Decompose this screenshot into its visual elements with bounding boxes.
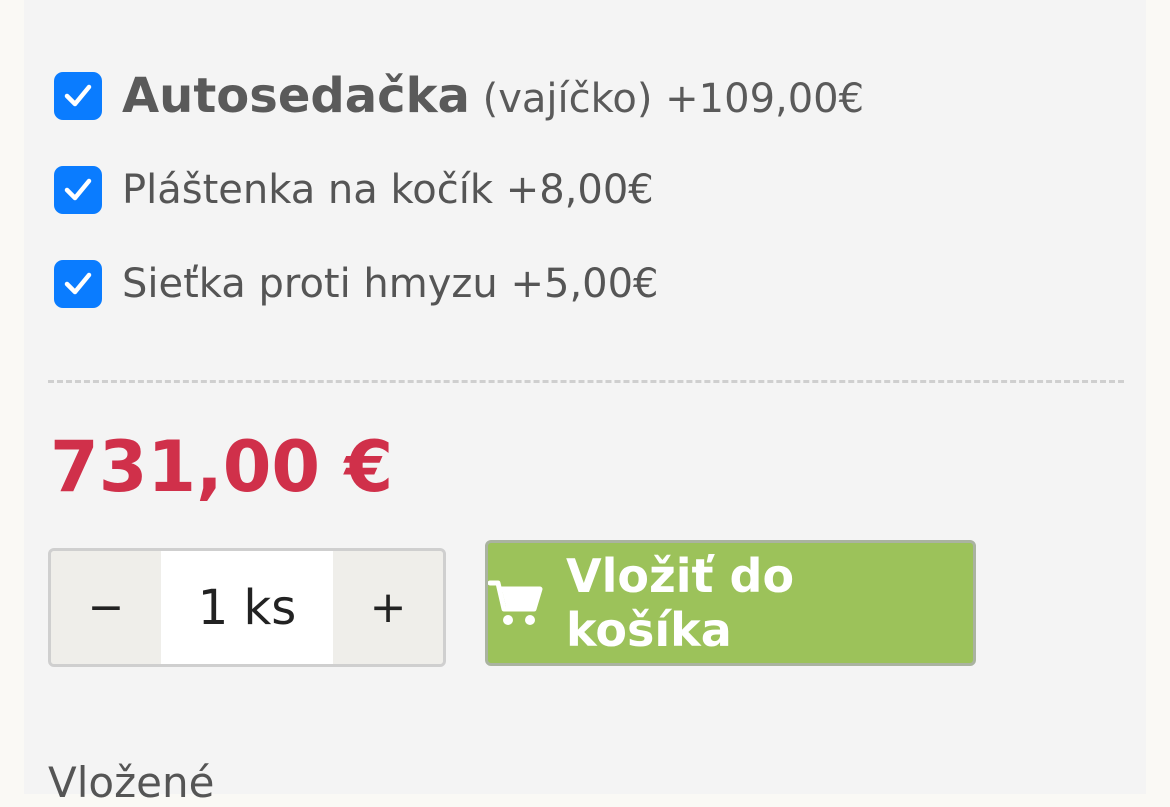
option-insect-net-label: Sieťka proti hmyzu +5,00€ — [122, 261, 659, 307]
option-insect-net[interactable]: Sieťka proti hmyzu +5,00€ — [54, 260, 659, 308]
option-rain-cover-label: Pláštenka na kočík +8,00€ — [122, 167, 654, 213]
quantity-decrease-button[interactable]: − — [51, 551, 161, 664]
checkbox-rain-cover[interactable] — [54, 166, 102, 214]
checkmark-icon — [64, 84, 92, 107]
checkmark-icon — [64, 272, 92, 295]
option-car-seat[interactable]: Autosedačka (vajíčko) +109,00€ — [54, 72, 864, 120]
checkbox-car-seat[interactable] — [54, 72, 102, 120]
option-rain-cover[interactable]: Pláštenka na kočík +8,00€ — [54, 166, 654, 214]
option-car-seat-name: Autosedačka — [122, 68, 470, 124]
add-to-cart-label: Vložiť do košíka — [566, 549, 795, 657]
checkbox-insect-net[interactable] — [54, 260, 102, 308]
cart-icon — [488, 577, 544, 629]
quantity-stepper: − 1 ks + — [48, 548, 446, 667]
section-heading-partial: Vložené — [48, 758, 215, 807]
option-car-seat-note: (vajíčko) — [482, 76, 653, 122]
checkmark-icon — [64, 178, 92, 201]
option-car-seat-price: +109,00€ — [665, 76, 865, 122]
quantity-input[interactable]: 1 ks — [161, 551, 333, 664]
add-to-cart-button[interactable]: Vložiť do košíka — [485, 540, 976, 666]
quantity-increase-button[interactable]: + — [333, 551, 443, 664]
total-price: 731,00 € — [50, 426, 394, 508]
option-car-seat-label: Autosedačka (vajíčko) +109,00€ — [122, 72, 864, 120]
dashed-divider — [48, 380, 1124, 383]
